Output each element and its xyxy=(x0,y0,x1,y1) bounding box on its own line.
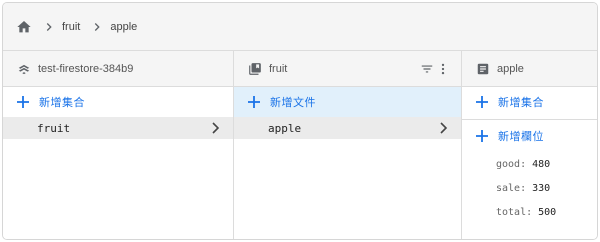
field-value: 500 xyxy=(538,206,557,218)
breadcrumb-item-fruit[interactable]: fruit xyxy=(62,21,80,33)
collection-title: fruit xyxy=(269,62,288,75)
collection-column: fruit 新增文件 apple xyxy=(234,51,462,239)
add-collection-label: 新增集合 xyxy=(39,97,85,109)
plus-icon xyxy=(248,96,260,108)
collection-item-label: fruit xyxy=(37,121,71,135)
firestore-console-panel: fruit apple test-firestore-384b9 新增集合 fr… xyxy=(2,2,598,240)
collection-column-header: fruit xyxy=(234,51,461,87)
plus-icon xyxy=(476,96,488,108)
breadcrumb: fruit apple xyxy=(3,3,597,51)
document-item-label: apple xyxy=(268,121,302,135)
add-subcollection-label: 新增集合 xyxy=(498,97,544,109)
chevron-right-icon xyxy=(437,121,449,135)
add-document-button[interactable]: 新增文件 xyxy=(234,87,461,117)
more-vert-icon[interactable] xyxy=(435,61,451,77)
add-field-label: 新增欄位 xyxy=(498,131,544,143)
field-key: total: xyxy=(496,206,533,218)
field-key: good: xyxy=(496,158,527,170)
document-icon xyxy=(476,62,490,76)
root-column-header: test-firestore-384b9 xyxy=(3,51,233,87)
field-value: 480 xyxy=(532,158,551,170)
field-sale[interactable]: sale: 330 xyxy=(462,176,597,200)
plus-icon xyxy=(476,130,488,142)
document-column: apple 新增集合 新增欄位 good: 480 sale: 330 tota… xyxy=(462,51,597,239)
home-icon[interactable] xyxy=(16,19,32,35)
filter-icon[interactable] xyxy=(419,61,435,77)
document-title: apple xyxy=(497,62,524,75)
collection-header-actions xyxy=(419,61,451,77)
collection-item-fruit[interactable]: fruit xyxy=(3,117,233,139)
root-column: test-firestore-384b9 新增集合 fruit xyxy=(3,51,234,239)
add-document-label: 新增文件 xyxy=(270,97,316,109)
field-key: sale: xyxy=(496,182,527,194)
breadcrumb-item-apple[interactable]: apple xyxy=(110,21,137,33)
field-good[interactable]: good: 480 xyxy=(462,152,597,176)
field-value: 330 xyxy=(532,182,551,194)
document-item-apple[interactable]: apple xyxy=(234,117,461,139)
add-field-button[interactable]: 新增欄位 xyxy=(462,120,597,152)
firestore-project-icon xyxy=(17,62,31,76)
collection-icon xyxy=(248,62,262,76)
chevron-right-icon xyxy=(90,20,104,34)
document-column-header: apple xyxy=(462,51,597,87)
add-collection-button[interactable]: 新增集合 xyxy=(3,87,233,117)
add-subcollection-button[interactable]: 新增集合 xyxy=(462,87,597,117)
project-title: test-firestore-384b9 xyxy=(38,62,134,75)
field-total[interactable]: total: 500 xyxy=(462,200,597,224)
chevron-right-icon xyxy=(209,121,221,135)
chevron-right-icon xyxy=(42,20,56,34)
plus-icon xyxy=(17,96,29,108)
